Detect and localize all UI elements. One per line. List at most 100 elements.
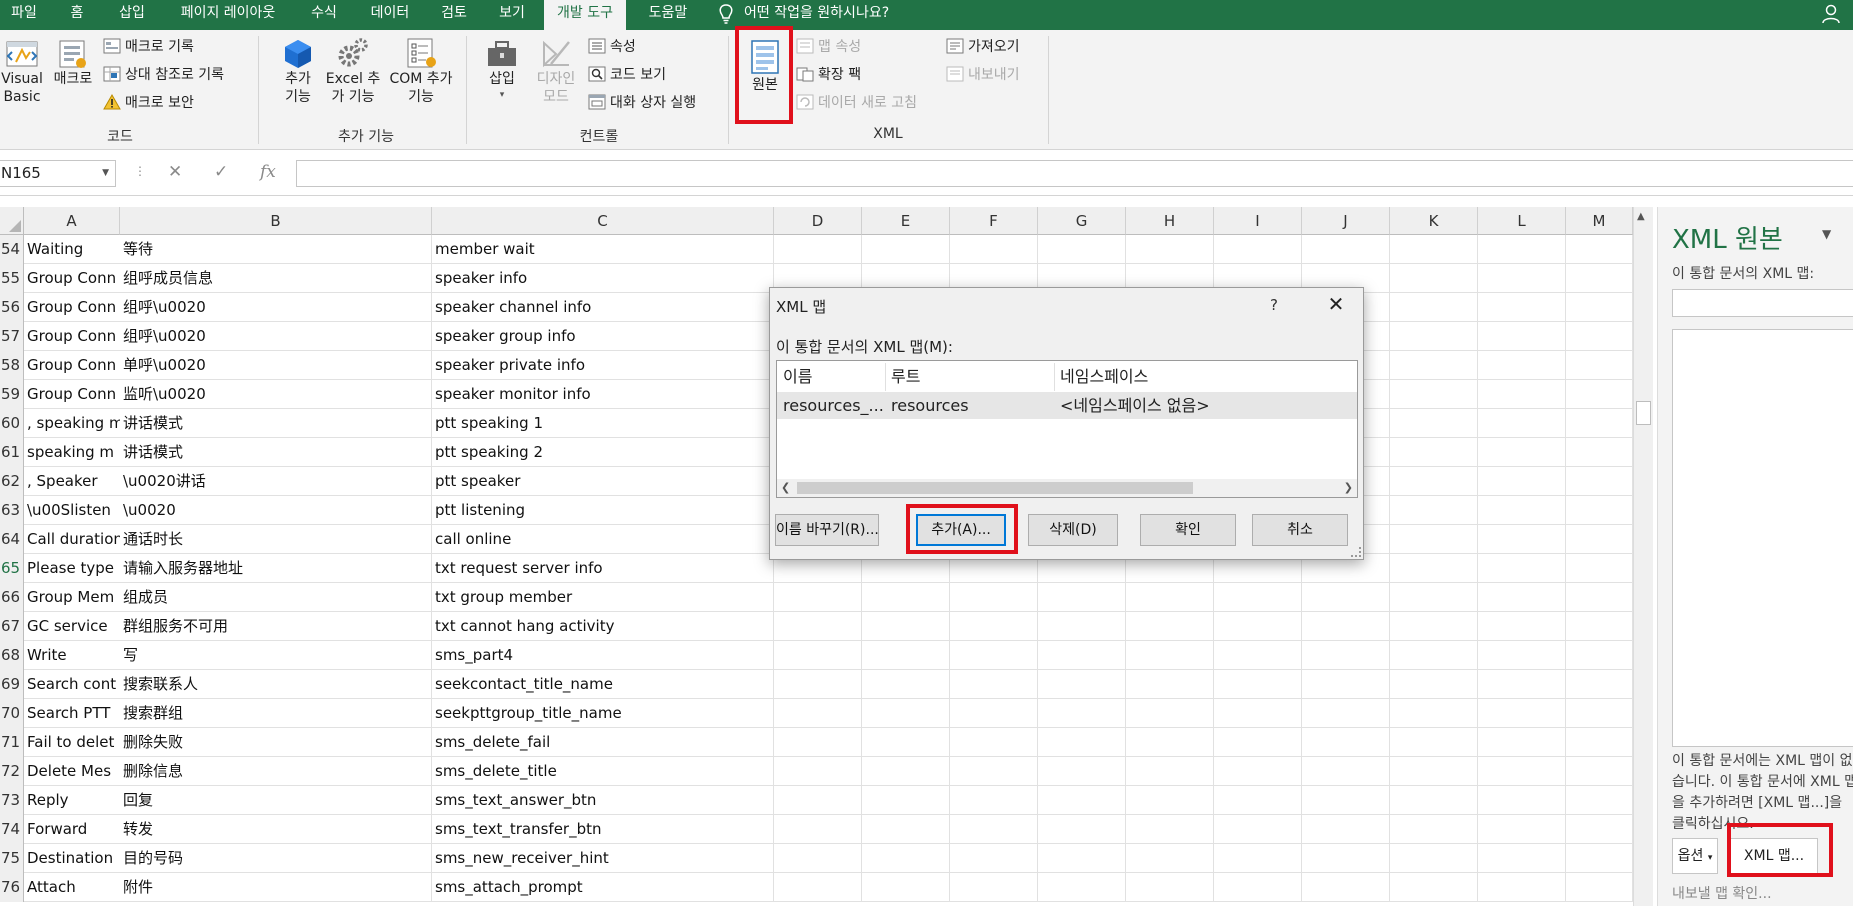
cell-c[interactable]: speaker channel info <box>432 293 774 322</box>
row-header[interactable]: 61 <box>0 438 24 467</box>
cell-e[interactable] <box>862 583 950 612</box>
refresh-data-button[interactable]: 데이터 새로 고침 <box>796 92 917 114</box>
cell-a[interactable]: Group Conn <box>24 264 120 293</box>
cell-c[interactable]: member wait <box>432 235 774 264</box>
cell-j[interactable] <box>1302 873 1390 902</box>
column-header[interactable]: C <box>432 207 774 235</box>
column-header[interactable]: G <box>1038 207 1126 235</box>
cell-a[interactable]: Group Conn <box>24 293 120 322</box>
horizontal-scrollbar[interactable]: ❮ ❯ <box>777 479 1357 497</box>
cell-i[interactable] <box>1214 641 1302 670</box>
cell-l[interactable] <box>1478 380 1566 409</box>
cell-c[interactable]: speaker info <box>432 264 774 293</box>
cell-m[interactable] <box>1566 322 1633 351</box>
cell-d[interactable] <box>774 670 862 699</box>
record-macro-button[interactable]: 매크로 기록 <box>103 36 194 58</box>
row-header[interactable]: 69 <box>0 670 24 699</box>
row-header[interactable]: 56 <box>0 293 24 322</box>
cell-g[interactable] <box>1038 235 1126 264</box>
cell-i[interactable] <box>1214 815 1302 844</box>
cancel-button[interactable]: 취소 <box>1252 514 1348 546</box>
cell-l[interactable] <box>1478 409 1566 438</box>
verify-export-link[interactable]: 내보낼 맵 확인... <box>1672 883 1772 903</box>
enter-icon[interactable]: ✓ <box>214 162 228 182</box>
cell-a[interactable]: Delete Mes <box>24 757 120 786</box>
row-header[interactable]: 62 <box>0 467 24 496</box>
cell-e[interactable] <box>862 728 950 757</box>
row-header[interactable]: 58 <box>0 351 24 380</box>
tab-home[interactable]: 홈 <box>62 0 92 30</box>
chevron-down-icon[interactable]: ▼ <box>102 161 109 186</box>
tab-review[interactable]: 검토 <box>434 0 474 30</box>
cell-g[interactable] <box>1038 728 1126 757</box>
cell-f[interactable] <box>950 815 1038 844</box>
column-header[interactable]: E <box>862 207 950 235</box>
select-all-corner[interactable] <box>0 207 24 235</box>
cell-i[interactable] <box>1214 873 1302 902</box>
formula-input[interactable] <box>296 160 1853 187</box>
cell-e[interactable] <box>862 612 950 641</box>
cell-g[interactable] <box>1038 699 1126 728</box>
column-header[interactable]: A <box>24 207 120 235</box>
cell-l[interactable] <box>1478 583 1566 612</box>
scroll-up-icon[interactable]: ▲ <box>1637 211 1645 222</box>
cell-k[interactable] <box>1390 757 1478 786</box>
cell-c[interactable]: ptt speaking 1 <box>432 409 774 438</box>
cell-h[interactable] <box>1126 728 1214 757</box>
cell-b[interactable]: 转发 <box>120 815 432 844</box>
cell-k[interactable] <box>1390 235 1478 264</box>
name-box[interactable]: N165 ▼ <box>0 160 116 187</box>
vertical-scrollbar[interactable]: ▲ <box>1633 207 1653 906</box>
cell-m[interactable] <box>1566 554 1633 583</box>
cell-d[interactable] <box>774 235 862 264</box>
cell-l[interactable] <box>1478 641 1566 670</box>
cell-e[interactable] <box>862 699 950 728</box>
cell-g[interactable] <box>1038 641 1126 670</box>
cell-f[interactable] <box>950 728 1038 757</box>
cell-l[interactable] <box>1478 699 1566 728</box>
column-header-namespace[interactable]: 네임스페이스 <box>1054 363 1148 391</box>
cell-k[interactable] <box>1390 786 1478 815</box>
cell-l[interactable] <box>1478 322 1566 351</box>
cell-j[interactable] <box>1302 641 1390 670</box>
cell-l[interactable] <box>1478 815 1566 844</box>
cell-e[interactable] <box>862 235 950 264</box>
row-header[interactable]: 76 <box>0 873 24 902</box>
cell-b[interactable]: 写 <box>120 641 432 670</box>
cell-f[interactable] <box>950 641 1038 670</box>
cell-g[interactable] <box>1038 670 1126 699</box>
cell-h[interactable] <box>1126 583 1214 612</box>
cell-c[interactable]: speaker private info <box>432 351 774 380</box>
export-button[interactable]: 내보내기 <box>946 64 1020 86</box>
cell-k[interactable] <box>1390 815 1478 844</box>
cell-l[interactable] <box>1478 438 1566 467</box>
cell-c[interactable]: sms_part4 <box>432 641 774 670</box>
scroll-right-icon[interactable]: ❯ <box>1344 479 1353 497</box>
cell-a[interactable]: Call duration <box>24 525 120 554</box>
cell-e[interactable] <box>862 844 950 873</box>
cell-a[interactable]: Please type <box>24 554 120 583</box>
cell-h[interactable] <box>1126 641 1214 670</box>
row-header[interactable]: 54 <box>0 235 24 264</box>
cell-g[interactable] <box>1038 612 1126 641</box>
cell-l[interactable] <box>1478 728 1566 757</box>
cell-d[interactable] <box>774 844 862 873</box>
cell-j[interactable] <box>1302 670 1390 699</box>
row-header[interactable]: 73 <box>0 786 24 815</box>
cell-e[interactable] <box>862 873 950 902</box>
cell-k[interactable] <box>1390 322 1478 351</box>
cell-m[interactable] <box>1566 873 1633 902</box>
cell-b[interactable]: 组呼\u0020 <box>120 322 432 351</box>
cell-b[interactable]: \u0020 <box>120 496 432 525</box>
row-header[interactable]: 57 <box>0 322 24 351</box>
cell-m[interactable] <box>1566 757 1633 786</box>
cell-m[interactable] <box>1566 583 1633 612</box>
cell-g[interactable] <box>1038 786 1126 815</box>
insert-function-icon[interactable]: fx <box>260 162 276 182</box>
cell-j[interactable] <box>1302 757 1390 786</box>
cell-l[interactable] <box>1478 496 1566 525</box>
cell-a[interactable]: Fail to delet <box>24 728 120 757</box>
cell-g[interactable] <box>1038 873 1126 902</box>
cell-m[interactable] <box>1566 641 1633 670</box>
ok-button[interactable]: 확인 <box>1140 514 1236 546</box>
